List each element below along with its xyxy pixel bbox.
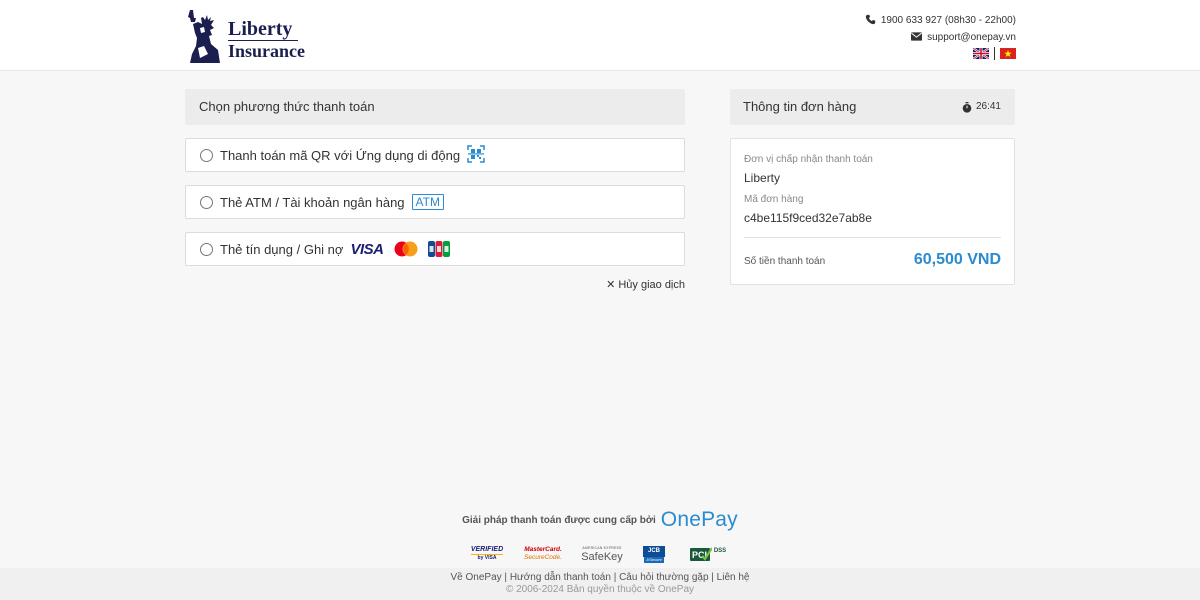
order-info-box: Đơn vị chấp nhận thanh toán Liberty Mã đ… (730, 138, 1015, 285)
footer-separator: | (708, 572, 717, 583)
radio-qr[interactable] (200, 148, 213, 162)
order-info-header: Thông tin đơn hàng 26:41 (730, 89, 1015, 125)
cancel-transaction-link[interactable]: ✕ Hủy giao dịch (605, 278, 685, 291)
qr-code-icon (467, 144, 485, 166)
contact-info: 1900 633 927 (08h30 - 22h00) support@one… (865, 12, 1016, 60)
order-id-value: c4be115f9ced32e7ab8e (744, 211, 872, 225)
copyright: © 2006-2024 Bản quyền thuộc về OnePay (505, 584, 695, 595)
payment-option-label: Thẻ tín dụng / Ghi nợ (220, 241, 344, 257)
amount-label: Số tiền thanh toán (744, 256, 826, 267)
merchant-value: Liberty (744, 171, 781, 185)
amex-safekey-badge: AMERICAN EXPRESS SafeKey (581, 545, 623, 563)
footer-separator: | (501, 572, 510, 583)
en-flag-icon[interactable] (972, 47, 990, 60)
close-icon: ✕ (606, 279, 616, 291)
security-badges: VERIFIED by VISA MasterCard. SecureCode.… (0, 544, 1200, 564)
phone-row: 1900 633 927 (08h30 - 22h00) (865, 12, 1016, 29)
footer-link-about[interactable]: Về OnePay (451, 572, 502, 583)
footer-links: Về OnePay | Hướng dẫn thanh toán | Câu h… (0, 572, 1200, 583)
footer-separator: | (610, 572, 620, 583)
merchant-label: Đơn vị chấp nhận thanh toán (744, 154, 873, 165)
order-id-label: Mã đơn hàng (744, 194, 804, 205)
email-row: support@onepay.vn (865, 29, 1016, 46)
mastercard-logo (393, 241, 419, 257)
flag-separator (994, 47, 995, 60)
footer-link-guide[interactable]: Hướng dẫn thanh toán (510, 572, 611, 583)
divider (744, 237, 1001, 238)
mastercard-securecode-badge: MasterCard. SecureCode. (524, 546, 562, 561)
liberty-insurance-logo[interactable]: Liberty Insurance (184, 8, 324, 66)
powered-by-text: Giải pháp thanh toán được cung cấp bởi (462, 514, 656, 526)
pci-dss-badge: PCI DSS (689, 547, 727, 561)
powered-by: Giải pháp thanh toán được cung cấp bởi O… (0, 508, 1200, 532)
payment-option-label: Thanh toán mã QR với Ứng dụng di động (220, 147, 461, 163)
page-header: Liberty Insurance 1900 633 927 (08h30 - … (0, 0, 1200, 71)
logo-line-2: Insurance (228, 41, 306, 61)
payment-option-card[interactable]: Thẻ tín dụng / Ghi nợ VISA (185, 232, 685, 266)
support-email[interactable]: support@onepay.vn (927, 32, 1016, 43)
statue-of-liberty-icon (188, 10, 220, 63)
order-info-title: Thông tin đơn hàng (743, 99, 857, 114)
visa-logo: VISA (350, 240, 384, 258)
stopwatch-icon (962, 101, 972, 113)
phone-icon (865, 14, 876, 28)
verified-by-visa-badge: VERIFIED by VISA (470, 546, 504, 561)
atm-badge: ATM (411, 194, 444, 210)
phone-number[interactable]: 1900 633 927 (08h30 - 22h00) (881, 15, 1016, 26)
radio-atm[interactable] (200, 195, 213, 209)
radio-card[interactable] (200, 242, 213, 256)
payment-option-label: Thẻ ATM / Tài khoản ngân hàng (220, 194, 405, 210)
onepay-logo[interactable]: OnePay (661, 508, 738, 532)
jcb-logo (428, 241, 451, 257)
logo-wordmark: Liberty Insurance (228, 19, 306, 61)
footer-link-contact[interactable]: Liên hệ (717, 572, 750, 583)
logo-line-1: Liberty (228, 19, 298, 41)
vi-flag-icon[interactable] (1000, 48, 1016, 59)
payment-option-qr[interactable]: Thanh toán mã QR với Ứng dụng di động (185, 138, 685, 172)
jcb-jsecure-badge: JCB J/Secure (641, 544, 667, 564)
amount-value: 60,500 VND (913, 251, 1001, 268)
envelope-icon (911, 31, 923, 44)
payment-option-atm[interactable]: Thẻ ATM / Tài khoản ngân hàng ATM (185, 185, 685, 219)
timer-value: 26:41 (975, 101, 1001, 112)
footer-bar: Về OnePay | Hướng dẫn thanh toán | Câu h… (0, 568, 1200, 600)
payment-methods-title: Chọn phương thức thanh toán (185, 89, 685, 125)
cancel-label: Hủy giao dịch (618, 279, 685, 291)
language-switcher (865, 47, 1016, 60)
footer-link-faq[interactable]: Câu hỏi thường gặp (619, 572, 708, 583)
countdown-timer: 26:41 (962, 89, 1001, 125)
pci-shield-icon: PCI (689, 547, 712, 561)
